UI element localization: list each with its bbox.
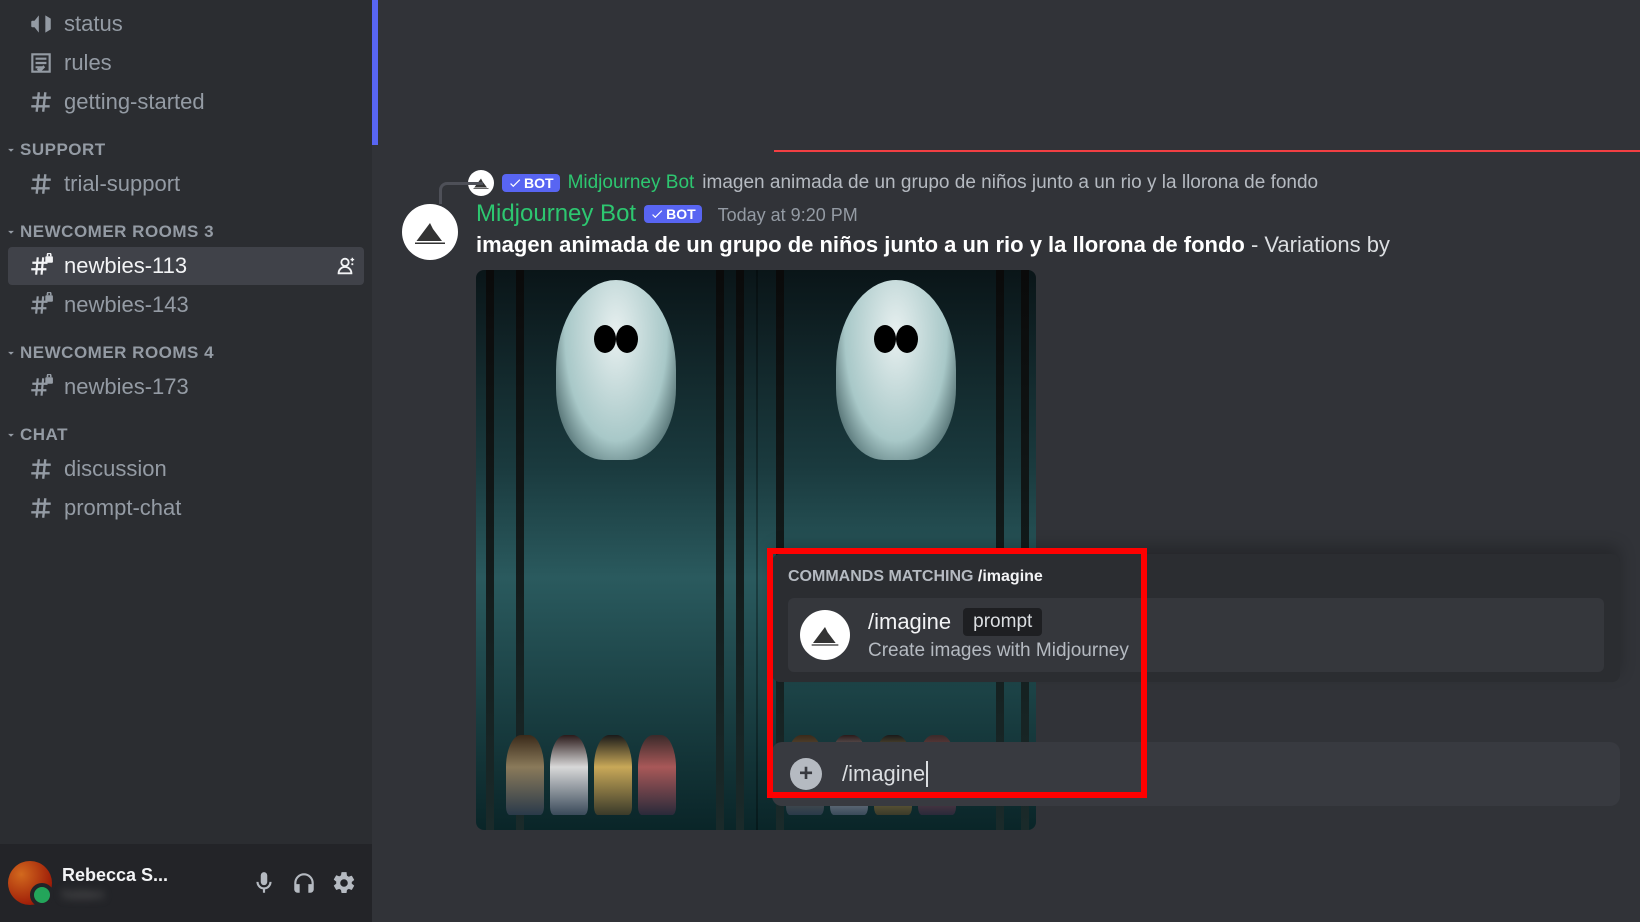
add-user-icon[interactable] <box>334 255 356 277</box>
user-subtext: hidden <box>62 886 244 902</box>
hash-icon <box>28 456 54 482</box>
category-chat[interactable]: CHAT <box>0 407 372 449</box>
command-name: /imagine <box>868 609 951 635</box>
channel-sidebar: status rules getting-started SUPPORT trial-s… <box>0 0 372 922</box>
user-panel: Rebecca S... hidden <box>0 844 372 922</box>
command-header-prefix: COMMANDS MATCHING <box>788 568 978 585</box>
megaphone-icon <box>28 11 54 37</box>
message-prompt: imagen animada de un grupo de niños junt… <box>476 232 1245 257</box>
bot-badge-text: BOT <box>524 175 554 191</box>
reply-spine <box>439 182 483 204</box>
channel-list: status rules getting-started SUPPORT trial-s… <box>0 0 372 844</box>
category-support[interactable]: SUPPORT <box>0 122 372 164</box>
channel-newbies-173[interactable]: newbies-173 <box>8 368 364 406</box>
headphones-button[interactable] <box>284 863 324 903</box>
channel-label: prompt-chat <box>64 495 181 521</box>
input-text: /imagine <box>842 761 925 787</box>
category-newcomer-rooms-4[interactable]: NEWCOMER ROOMS 4 <box>0 325 372 367</box>
channel-label: newbies-143 <box>64 292 189 318</box>
hash-lock-icon <box>28 292 54 318</box>
channel-label: getting-started <box>64 89 205 115</box>
hash-icon <box>28 171 54 197</box>
chevron-down-icon <box>4 143 18 157</box>
reply-context[interactable]: BOT Midjourney Bot imagen animada de un … <box>468 170 1640 196</box>
user-name: Rebecca S... <box>62 865 244 886</box>
bot-badge-text: BOT <box>666 206 696 222</box>
bot-badge: BOT <box>644 205 702 223</box>
command-autocomplete-popup: COMMANDS MATCHING /imagine /imagine prom… <box>772 554 1620 682</box>
message-header: Midjourney Bot BOT Today at 9:20 PM <box>476 200 1640 228</box>
rules-icon <box>28 50 54 76</box>
command-item-imagine[interactable]: /imagine prompt Create images with Midjo… <box>788 598 1604 672</box>
category-label: SUPPORT <box>20 140 106 160</box>
reply-text: imagen animada de un grupo de niños junt… <box>702 172 1318 194</box>
command-description: Create images with Midjourney <box>868 640 1129 662</box>
channel-trial-support[interactable]: trial-support <box>8 165 364 203</box>
message-suffix: - Variations by <box>1245 232 1390 257</box>
message-avatar[interactable] <box>402 204 458 260</box>
mic-button[interactable] <box>244 863 284 903</box>
reply-author: Midjourney Bot <box>568 172 695 194</box>
attach-button[interactable]: + <box>790 758 822 790</box>
main-content: BOT Midjourney Bot imagen animada de un … <box>372 0 1640 922</box>
channel-label: newbies-173 <box>64 374 189 400</box>
command-header-match: /imagine <box>978 568 1043 585</box>
bot-badge: BOT <box>502 174 560 192</box>
user-info[interactable]: Rebecca S... hidden <box>62 865 244 902</box>
command-popup-header: COMMANDS MATCHING /imagine <box>788 568 1604 586</box>
channel-status[interactable]: status <box>8 5 364 43</box>
message-text: imagen animada de un grupo de niños junt… <box>476 232 1640 258</box>
message-body: Midjourney Bot BOT Today at 9:20 PM imag… <box>476 200 1640 830</box>
command-param: prompt <box>963 608 1042 636</box>
channel-rules[interactable]: rules <box>8 44 364 82</box>
hash-lock-icon <box>28 253 54 279</box>
user-avatar[interactable] <box>8 861 52 905</box>
chevron-down-icon <box>4 346 18 360</box>
text-cursor <box>926 761 928 787</box>
message: Midjourney Bot BOT Today at 9:20 PM imag… <box>402 200 1640 830</box>
message-timestamp: Today at 9:20 PM <box>718 205 858 226</box>
message-input[interactable]: + /imagine <box>772 742 1620 806</box>
chevron-down-icon <box>4 225 18 239</box>
channel-newbies-143[interactable]: newbies-143 <box>8 286 364 324</box>
channel-label: trial-support <box>64 171 180 197</box>
channel-discussion[interactable]: discussion <box>8 450 364 488</box>
channel-label: status <box>64 11 123 37</box>
category-label: NEWCOMER ROOMS 4 <box>20 343 214 363</box>
channel-label: discussion <box>64 456 167 482</box>
settings-button[interactable] <box>324 863 364 903</box>
hash-icon <box>28 89 54 115</box>
message-author[interactable]: Midjourney Bot <box>476 200 636 228</box>
channel-label: rules <box>64 50 112 76</box>
channel-label: newbies-113 <box>64 253 187 279</box>
channel-prompt-chat[interactable]: prompt-chat <box>8 489 364 527</box>
hash-lock-icon <box>28 374 54 400</box>
category-newcomer-rooms-3[interactable]: NEWCOMER ROOMS 3 <box>0 204 372 246</box>
selection-accent <box>372 0 378 145</box>
new-messages-divider <box>774 150 1640 152</box>
command-bot-avatar <box>800 610 850 660</box>
channel-newbies-113[interactable]: newbies-113 <box>8 247 364 285</box>
hash-icon <box>28 495 54 521</box>
channel-getting-started[interactable]: getting-started <box>8 83 364 121</box>
category-label: CHAT <box>20 425 68 445</box>
typed-text: /imagine <box>842 761 928 787</box>
chevron-down-icon <box>4 428 18 442</box>
category-label: NEWCOMER ROOMS 3 <box>20 222 214 242</box>
